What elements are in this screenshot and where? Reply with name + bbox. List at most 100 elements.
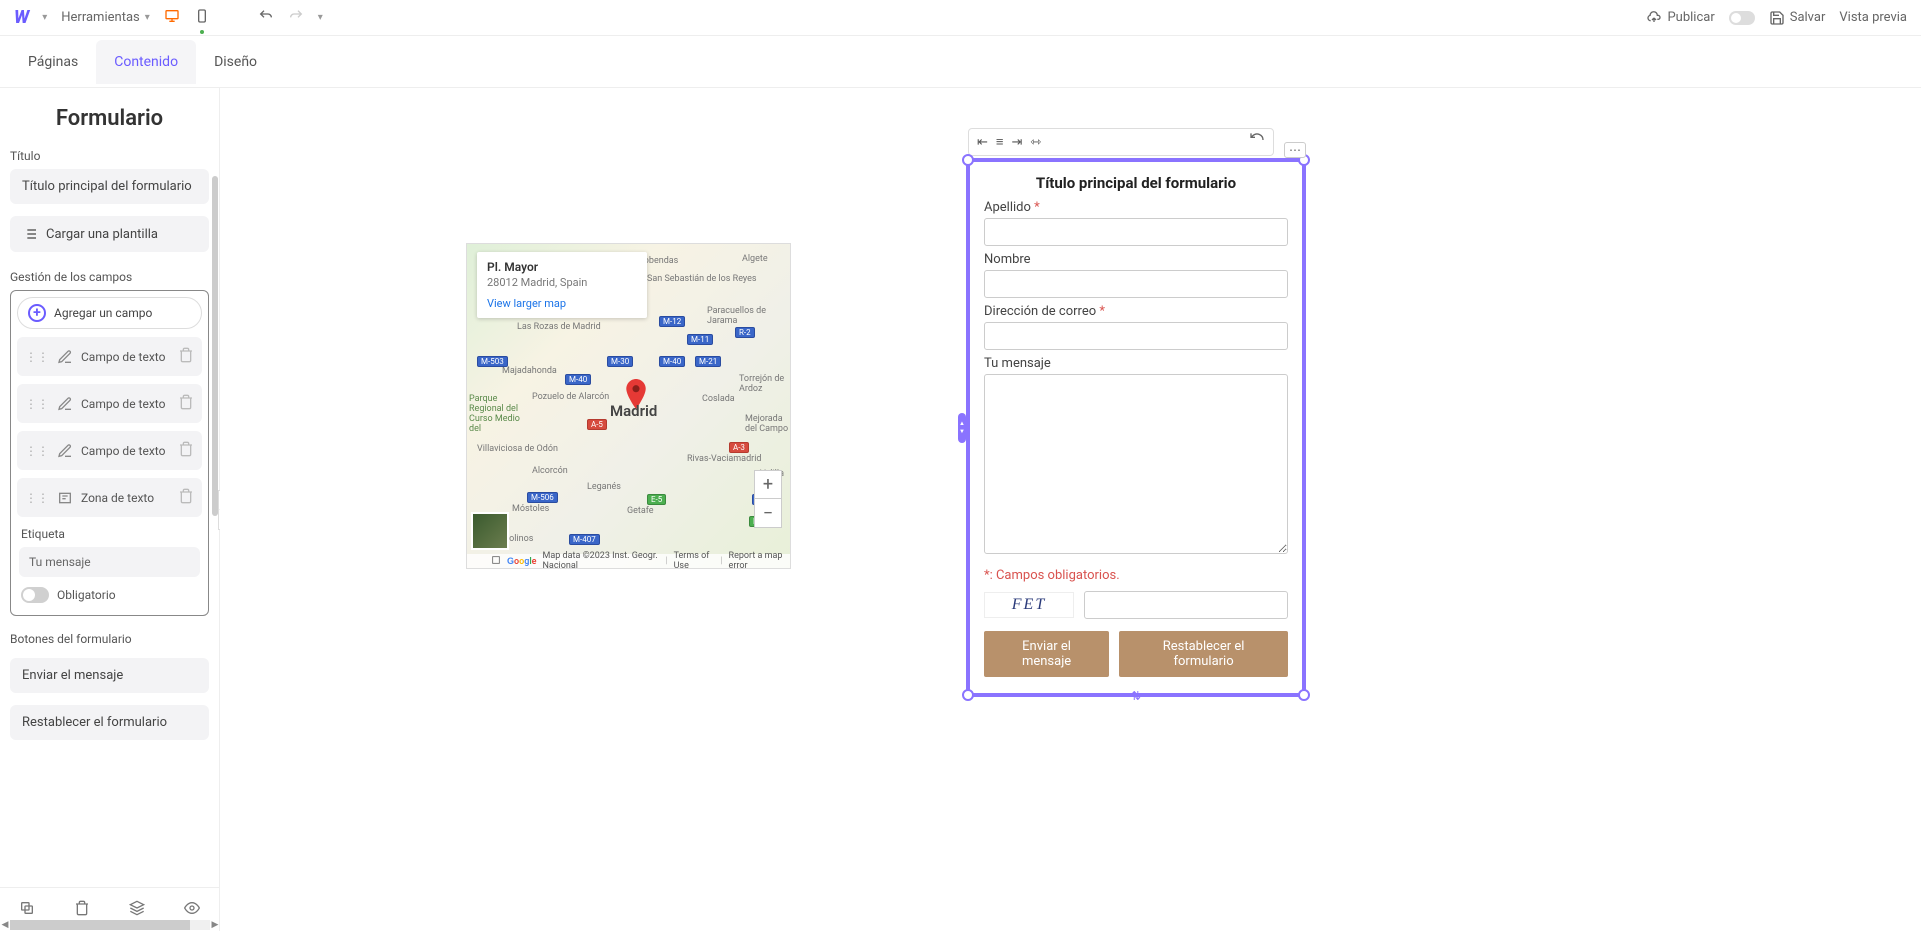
- form-title-input[interactable]: [10, 169, 209, 204]
- required-toggle[interactable]: [21, 587, 49, 603]
- field-item[interactable]: ⋮⋮ Campo de texto: [17, 431, 202, 470]
- etiqueta-value[interactable]: Tu mensaje: [19, 547, 200, 577]
- mobile-view-icon[interactable]: [194, 8, 210, 28]
- canvas[interactable]: Alcobendas San Sebastián de los Reyes Pa…: [220, 88, 1921, 931]
- drag-handle-icon[interactable]: ⋮⋮: [25, 491, 49, 505]
- map-park-label: Parque Regional del Curso Medio del: [469, 394, 529, 434]
- captcha-input[interactable]: [1084, 591, 1288, 619]
- field-item[interactable]: ⋮⋮ Campo de texto: [17, 337, 202, 376]
- resize-handle-left[interactable]: ▲▼: [958, 413, 966, 443]
- resize-handle[interactable]: [1298, 689, 1310, 701]
- layers-icon[interactable]: [129, 900, 145, 920]
- map-terms-link[interactable]: Terms of Use: [674, 551, 715, 571]
- revert-icon[interactable]: [1249, 132, 1265, 152]
- map-town-label: Pozuelo de Alarcón: [532, 392, 609, 402]
- map-attribution: Google Map data ©2023 Inst. Geogr. Nacio…: [467, 554, 790, 568]
- map-zoom-controls: + −: [754, 470, 782, 528]
- map-town-label: Rivas-Vaciamadrid: [687, 454, 761, 464]
- mensaje-textarea[interactable]: [984, 374, 1288, 554]
- trash-icon[interactable]: [178, 488, 194, 507]
- title-field-label: Título: [10, 149, 209, 163]
- nombre-input[interactable]: [984, 270, 1288, 298]
- duplicate-icon[interactable]: [19, 900, 35, 920]
- trash-icon[interactable]: [178, 347, 194, 366]
- align-right-icon[interactable]: ⇥: [1012, 135, 1023, 150]
- top-toolbar: W ▾ Herramientas ▾ ▾ Publicar Salvar Vis…: [0, 0, 1921, 36]
- trash-icon[interactable]: [178, 394, 194, 413]
- map-satellite-toggle[interactable]: [471, 512, 509, 550]
- save-button[interactable]: Salvar: [1769, 10, 1826, 26]
- form-reset-button[interactable]: Restablecer el formulario: [1119, 631, 1288, 677]
- global-trash-icon[interactable]: [74, 900, 90, 920]
- publish-button[interactable]: Publicar: [1646, 10, 1714, 26]
- field-item[interactable]: ⋮⋮ Campo de texto: [17, 384, 202, 423]
- tab-content[interactable]: Contenido: [96, 40, 196, 84]
- textarea-icon: [57, 490, 73, 506]
- tab-pages[interactable]: Páginas: [10, 40, 96, 84]
- add-field-button[interactable]: + Agregar un campo: [17, 297, 202, 329]
- map-info-title: Pl. Mayor: [487, 260, 637, 274]
- map-town-label: Coslada: [702, 394, 735, 404]
- trash-icon[interactable]: [178, 441, 194, 460]
- plus-icon: +: [28, 304, 46, 322]
- map-town-label: Móstoles: [512, 504, 549, 514]
- drag-handle-icon[interactable]: ⋮⋮: [25, 444, 49, 458]
- map-town-label: San Sebastián de los Reyes: [647, 274, 757, 284]
- fields-group: + Agregar un campo ⋮⋮ Campo de texto ⋮⋮ …: [10, 290, 209, 616]
- view-larger-map-link[interactable]: View larger map: [487, 297, 637, 310]
- preview-button[interactable]: Vista previa: [1839, 10, 1907, 25]
- tools-menu[interactable]: Herramientas ▾: [61, 10, 150, 25]
- app-logo[interactable]: W: [14, 7, 28, 28]
- required-fields-note: *: Campos obligatorios.: [984, 568, 1288, 583]
- redo-icon[interactable]: [288, 8, 304, 28]
- publish-toggle[interactable]: [1729, 11, 1755, 25]
- map-town-label: Majadahonda: [502, 366, 557, 376]
- zoom-out-icon[interactable]: −: [755, 499, 781, 527]
- undo-icon[interactable]: [258, 8, 274, 28]
- map-town-label: Leganés: [587, 482, 621, 492]
- desktop-view-icon[interactable]: [164, 8, 180, 28]
- form-buttons-section-label: Botones del formulario: [10, 632, 209, 646]
- logo-dropdown-icon[interactable]: ▾: [42, 12, 47, 23]
- field-label-mensaje: Tu mensaje: [984, 356, 1288, 371]
- sidebar: ◀ Formulario Título Cargar una plantilla…: [0, 88, 220, 931]
- map-town-label: Villaviciosa de Odón: [477, 444, 558, 454]
- form-title: Título principal del formulario: [984, 174, 1288, 192]
- map-info-address: 28012 Madrid, Spain: [487, 276, 637, 289]
- panel-title: Formulario: [10, 106, 209, 131]
- correo-input[interactable]: [984, 322, 1288, 350]
- apellido-input[interactable]: [984, 218, 1288, 246]
- block-more-menu-icon[interactable]: ⋯: [1284, 142, 1306, 158]
- sidebar-tabs: Páginas Contenido Diseño: [0, 36, 1921, 88]
- map-city-label: Madrid: [610, 402, 657, 420]
- drag-handle-icon[interactable]: ⋮⋮: [25, 350, 49, 364]
- stretch-icon[interactable]: ⇿: [1030, 135, 1041, 150]
- zoom-in-icon[interactable]: +: [755, 471, 781, 499]
- field-item[interactable]: ⋮⋮ Zona de texto: [17, 478, 202, 517]
- load-template-button[interactable]: Cargar una plantilla: [10, 216, 209, 252]
- resize-handle[interactable]: [962, 689, 974, 701]
- reset-button-label-input[interactable]: [10, 705, 209, 740]
- align-left-icon[interactable]: ⇤: [977, 135, 988, 150]
- resize-handle[interactable]: [962, 154, 974, 166]
- fields-section-label: Gestión de los campos: [10, 270, 209, 284]
- captcha-image: FET: [984, 592, 1074, 618]
- history-dropdown-icon[interactable]: ▾: [318, 12, 323, 23]
- map-report-link[interactable]: Report a map error: [729, 551, 786, 571]
- spacing-indicator-icon[interactable]: ⇅: [1131, 689, 1141, 703]
- tab-design[interactable]: Diseño: [196, 40, 275, 84]
- pencil-icon: [57, 349, 73, 365]
- sidebar-hscroll[interactable]: ◀ ▶: [0, 919, 220, 931]
- sidebar-scrollbar[interactable]: [212, 176, 218, 516]
- map-widget[interactable]: Alcobendas San Sebastián de los Reyes Pa…: [466, 243, 791, 569]
- align-center-icon[interactable]: ≡: [996, 134, 1004, 150]
- map-info-card: Pl. Mayor 28012 Madrid, Spain View large…: [477, 252, 647, 318]
- selection-toolbar: ⇤ ≡ ⇥ ⇿: [968, 128, 1274, 156]
- form-send-button[interactable]: Enviar el mensaje: [984, 631, 1109, 677]
- field-label-correo: Dirección de correo *: [984, 304, 1288, 319]
- visibility-icon[interactable]: [184, 900, 200, 920]
- map-town-label: Las Rozas de Madrid: [517, 322, 601, 332]
- send-button-label-input[interactable]: [10, 658, 209, 693]
- drag-handle-icon[interactable]: ⋮⋮: [25, 397, 49, 411]
- form-block-selected[interactable]: ▲▼ ⋯ ⇅ Título principal del formulario A…: [966, 158, 1306, 697]
